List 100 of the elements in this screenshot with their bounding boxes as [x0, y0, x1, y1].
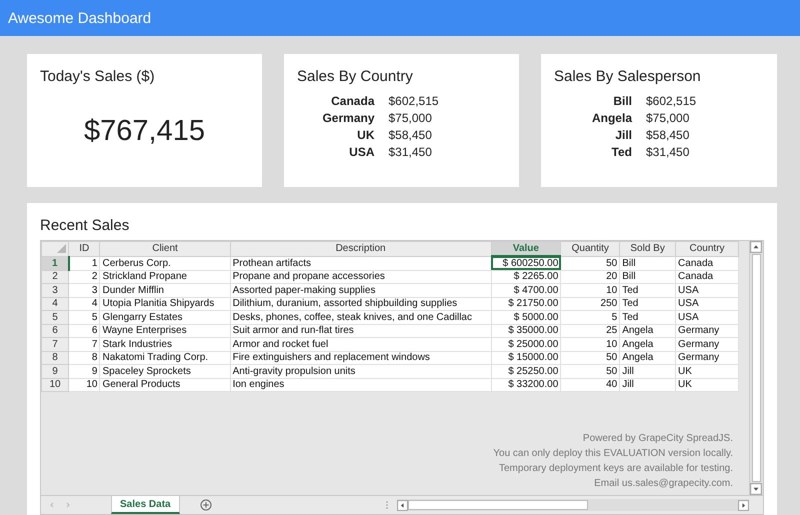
table-cell: Suit armor and run-flat tires: [230, 324, 492, 338]
row-header[interactable]: 6: [42, 324, 69, 338]
table-cell: Desks, phones, coffee, steak knives, and one Cadillac: [230, 310, 492, 324]
card-title: Today's Sales ($): [40, 68, 156, 85]
row-header[interactable]: 1: [42, 256, 69, 270]
scroll-up-icon[interactable]: [750, 241, 762, 253]
list-label: Bill: [612, 94, 632, 108]
table-cell: Anti-gravity propulsion units: [230, 364, 492, 378]
table-cell: $ 25000.00: [491, 338, 561, 351]
evaluation-notice: Temporary deployment keys are available for testing.: [498, 462, 733, 476]
row-header[interactable]: 9: [42, 364, 69, 378]
table-cell: Fire extinguishers and replacement windows: [230, 351, 492, 364]
table-cell: UK: [676, 378, 738, 392]
table-cell: 8: [68, 351, 100, 364]
table-cell: Spaceley Sprockets: [100, 364, 230, 378]
row-header[interactable]: 5: [42, 310, 69, 324]
list-value: $75,000: [388, 111, 433, 125]
scroll-down-icon[interactable]: [750, 483, 762, 495]
table-cell: Canada: [676, 270, 738, 284]
list-value: $602,515: [388, 94, 440, 108]
splitter-icon[interactable]: [385, 500, 389, 510]
table-cell: Nakatomi Trading Corp.: [100, 351, 230, 364]
column-header[interactable]: Description: [230, 242, 492, 256]
table-cell: 5: [68, 310, 100, 324]
row-header[interactable]: 3: [42, 284, 69, 297]
table-cell: Bill: [620, 256, 676, 270]
table-cell: Armor and rocket fuel: [230, 338, 492, 351]
table-cell: $ 2265.00: [491, 270, 561, 284]
table-cell: Propane and propane accessories: [230, 270, 492, 284]
row-header[interactable]: 10: [42, 378, 69, 392]
table-cell: $ 35000.00: [491, 324, 561, 338]
column-header[interactable]: Sold By: [620, 242, 676, 256]
select-all-icon: [57, 244, 66, 254]
table-cell: 9: [68, 364, 100, 378]
table-cell: Utopia Planitia Shipyards: [100, 297, 230, 310]
evaluation-notice: You can only deploy this EVALUATION version locally.: [492, 447, 733, 461]
scroll-thumb[interactable]: [752, 254, 761, 482]
row-header[interactable]: 4: [42, 297, 69, 310]
table-cell: USA: [676, 297, 738, 310]
row-header[interactable]: 7: [42, 338, 69, 351]
table-cell: 7: [68, 338, 100, 351]
table-cell: 250: [560, 297, 620, 310]
table-cell: $ 4700.00: [491, 284, 561, 297]
list-label: Angela: [590, 111, 632, 125]
table-cell: $ 33200.00: [491, 378, 561, 392]
table-cell: Angela: [620, 351, 676, 364]
table-cell: Assorted paper-making supplies: [230, 284, 492, 297]
table-cell: 25: [560, 324, 620, 338]
sales-total: $767,415: [83, 115, 206, 148]
table-cell: Prothean artifacts: [230, 256, 492, 270]
table-cell: $ 600250.00: [491, 256, 561, 270]
table-cell: $ 5000.00: [491, 310, 561, 324]
add-sheet-icon[interactable]: [200, 499, 212, 511]
corner-cell[interactable]: [42, 242, 69, 256]
card-title: Sales By Salesperson: [554, 68, 702, 85]
table-cell: UK: [676, 364, 738, 378]
sheet-tab[interactable]: Sales Data: [111, 496, 180, 514]
table-cell: 5: [560, 310, 620, 324]
table-cell: Jill: [620, 364, 676, 378]
list-label: Canada: [330, 94, 374, 108]
table-cell: General Products: [100, 378, 230, 392]
scroll-thumb[interactable]: [408, 500, 588, 510]
table-cell: $ 21750.00: [491, 297, 561, 310]
table-cell: Angela: [620, 324, 676, 338]
horizontal-scrollbar[interactable]: [397, 499, 749, 511]
evaluation-notice: Powered by GrapeCity SpreadJS.: [582, 432, 733, 446]
table-cell: Germany: [676, 338, 738, 351]
column-header[interactable]: ID: [68, 242, 100, 256]
list-value: $31,450: [388, 145, 433, 159]
table-cell: USA: [676, 310, 738, 324]
list-value: $58,450: [646, 128, 690, 142]
row-header[interactable]: 2: [42, 270, 69, 284]
table-cell: 10: [560, 284, 620, 297]
column-header[interactable]: Country: [676, 242, 738, 256]
list-label: Germany: [321, 111, 374, 125]
scroll-right-icon[interactable]: [738, 500, 749, 510]
table-cell: $ 25250.00: [491, 364, 561, 378]
list-value: $58,450: [388, 128, 433, 142]
table-cell: 40: [560, 378, 620, 392]
list-label: Jill: [614, 128, 632, 142]
table-cell: Ted: [620, 284, 676, 297]
column-header[interactable]: Value: [491, 242, 561, 256]
table-cell: Wayne Enterprises: [100, 324, 230, 338]
row-header[interactable]: 8: [42, 351, 69, 364]
list-label: UK: [356, 128, 374, 142]
app-title: Awesome Dashboard: [8, 10, 152, 26]
table-cell: Bill: [620, 270, 676, 284]
vertical-scrollbar[interactable]: [749, 241, 763, 495]
table-cell: 4: [68, 297, 100, 310]
table-cell: 1: [68, 256, 100, 270]
table-cell: Strickland Propane: [100, 270, 230, 284]
column-header[interactable]: Client: [100, 242, 230, 256]
list-label: Ted: [610, 145, 632, 159]
table-cell: 10: [68, 378, 100, 392]
card-title: Recent Sales: [40, 217, 130, 234]
column-header[interactable]: Quantity: [560, 242, 620, 256]
table-cell: 50: [560, 364, 620, 378]
table-cell: $ 15000.00: [491, 351, 561, 364]
scroll-left-icon[interactable]: [397, 500, 408, 510]
table-cell: Dunder Mifflin: [100, 284, 230, 297]
